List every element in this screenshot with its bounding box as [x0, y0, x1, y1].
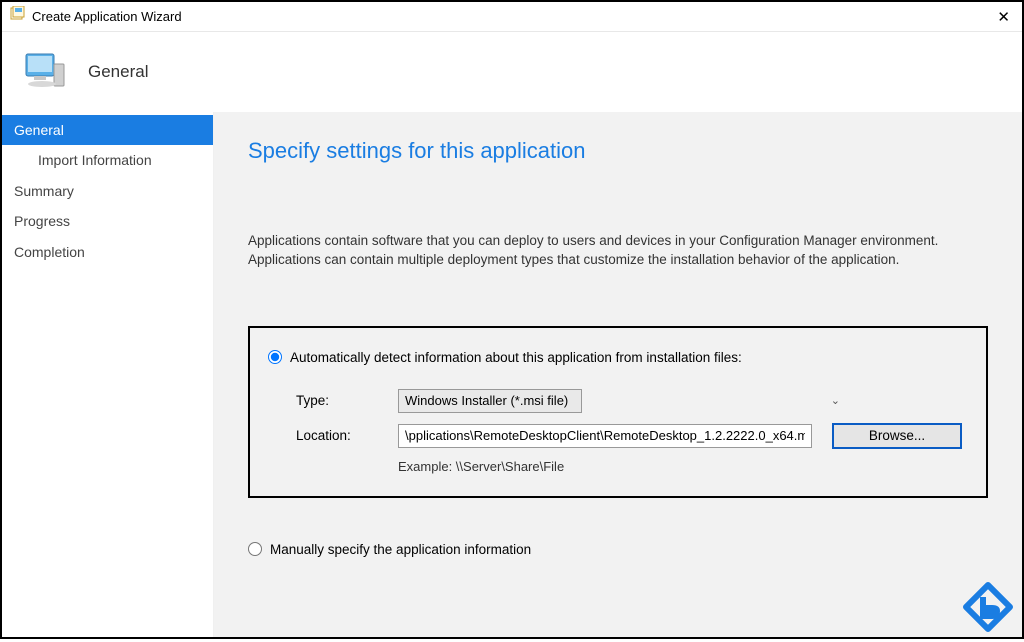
sidebar: General Import Information Summary Progr…: [2, 112, 214, 637]
radio-auto-detect-label: Automatically detect information about t…: [290, 350, 742, 365]
location-label: Location:: [296, 428, 398, 443]
sidebar-item-progress[interactable]: Progress: [2, 206, 213, 236]
browse-button[interactable]: Browse...: [832, 423, 962, 449]
wizard-header: General: [2, 32, 1022, 112]
sidebar-item-summary[interactable]: Summary: [2, 176, 213, 206]
radio-auto-detect[interactable]: Automatically detect information about t…: [268, 350, 962, 365]
page-heading: Specify settings for this application: [248, 138, 988, 164]
location-input[interactable]: [398, 424, 812, 448]
wizard-body: General Import Information Summary Progr…: [2, 112, 1022, 637]
close-button[interactable]: ✕: [997, 8, 1010, 26]
app-icon: [10, 6, 26, 27]
chevron-down-icon: ⌄: [831, 394, 840, 407]
location-field-row: Location: Browse...: [268, 423, 962, 449]
content-area: Specify settings for this application Ap…: [214, 112, 1022, 637]
sidebar-item-general[interactable]: General: [2, 115, 213, 145]
example-text: Example: \\Server\Share\File: [268, 459, 962, 474]
sidebar-item-completion[interactable]: Completion: [2, 237, 213, 267]
radio-auto-detect-input[interactable]: [268, 350, 282, 364]
type-select[interactable]: [398, 389, 582, 413]
window-title: Create Application Wizard: [32, 9, 182, 24]
radio-manual[interactable]: Manually specify the application informa…: [248, 542, 988, 557]
brand-logo: [958, 577, 1018, 637]
type-field-row: Type: ⌄: [268, 389, 962, 413]
radio-manual-label: Manually specify the application informa…: [270, 542, 531, 557]
page-description: Applications contain software that you c…: [248, 232, 988, 270]
wizard-window: Create Application Wizard ✕ General Gene…: [0, 0, 1024, 639]
radio-manual-input[interactable]: [248, 542, 262, 556]
page-header-title: General: [88, 62, 148, 82]
titlebar: Create Application Wizard ✕: [2, 2, 1022, 32]
type-select-wrap[interactable]: ⌄: [398, 389, 848, 413]
auto-detect-option-box: Automatically detect information about t…: [248, 326, 988, 498]
sidebar-item-import-information[interactable]: Import Information: [2, 145, 213, 175]
computer-icon: [20, 46, 72, 98]
type-label: Type:: [296, 393, 398, 408]
